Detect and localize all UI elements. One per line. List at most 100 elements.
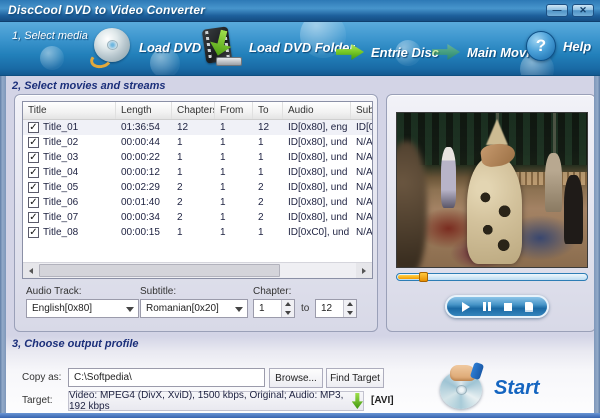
table-cell: 00:02:29 xyxy=(121,182,160,193)
table-cell: ID[0x80], und xyxy=(288,137,348,148)
table-cell: ID[0x80], und xyxy=(288,152,348,163)
target-profile-button[interactable]: Video: MPEG4 (DivX, XviD), 1500 kbps, Or… xyxy=(68,390,364,412)
scrollbar-track[interactable] xyxy=(39,263,356,278)
find-target-button[interactable]: Find Target xyxy=(326,368,384,388)
table-cell: ✓ Title_08 xyxy=(28,227,79,238)
table-cell: 12 xyxy=(258,122,270,133)
table-cell: 1 xyxy=(258,152,264,163)
snapshot-icon xyxy=(524,301,533,312)
spin-down-icon[interactable] xyxy=(344,308,356,317)
audio-track-value: English[0x80] xyxy=(32,303,93,314)
scrollbar-thumb[interactable] xyxy=(39,264,280,277)
column-header-audio[interactable]: Audio xyxy=(283,102,351,119)
table-row[interactable]: ✓ Title_02 00:00:44 1 1 1 ID[0x80], und N/A xyxy=(23,135,372,150)
column-header-to[interactable]: To xyxy=(253,102,283,119)
start-button[interactable]: Start xyxy=(440,361,560,412)
table-row[interactable]: ✓ Title_05 00:02:29 2 1 2 ID[0x80], und N/A xyxy=(23,180,372,195)
table-cell: 1 xyxy=(258,167,264,178)
load-dvd-button[interactable]: Load DVD xyxy=(88,28,201,71)
table-row[interactable]: ✓ Title_07 00:00:34 2 1 2 ID[0x80], und N/A xyxy=(23,210,372,225)
row-checkbox[interactable]: ✓ xyxy=(28,227,39,238)
window-border-left xyxy=(0,76,6,414)
table-cell: ID[0x80], und xyxy=(288,212,348,223)
table-cell: ID[0x80], und xyxy=(288,182,348,193)
stop-button[interactable] xyxy=(500,300,516,314)
output-section-heading: 3, Choose output profile xyxy=(12,338,139,350)
spin-up-icon[interactable] xyxy=(282,300,294,309)
help-button[interactable]: ? Help xyxy=(526,31,591,61)
table-cell: 12 xyxy=(177,122,189,133)
chapter-from-stepper[interactable]: 1 xyxy=(253,299,295,318)
target-profile-value: Video: MPEG4 (DivX, XviD), 1500 kbps, Or… xyxy=(69,390,344,412)
row-checkbox[interactable]: ✓ xyxy=(28,167,39,178)
table-cell: 00:00:22 xyxy=(121,152,160,163)
play-button[interactable] xyxy=(458,300,474,314)
table-cell: 1 xyxy=(220,182,226,193)
chapter-from-value: 1 xyxy=(259,303,265,314)
table-header: TitleLengthChaptersFromToAudioSubtitl xyxy=(23,102,372,120)
table-cell: 01:36:54 xyxy=(121,122,160,133)
snapshot-button[interactable] xyxy=(521,300,537,314)
pause-button[interactable] xyxy=(479,300,495,314)
column-header-subtitl[interactable]: Subtitl xyxy=(351,102,372,119)
subtitle-select[interactable]: Romanian[0x20] xyxy=(140,299,248,318)
window-title: DiscCool DVD to Video Converter xyxy=(8,3,206,17)
column-header-from[interactable]: From xyxy=(215,102,253,119)
table-row[interactable]: ✓Title_01 01:36:54 12 1 12 ID[0x80], eng ID[0x… xyxy=(23,120,372,135)
app-window: DiscCool DVD to Video Converter — ✕ 1, S… xyxy=(0,0,600,418)
table-cell: 1 xyxy=(177,167,183,178)
stop-icon xyxy=(503,302,512,311)
close-button[interactable]: ✕ xyxy=(572,4,594,17)
title-bar: DiscCool DVD to Video Converter — ✕ xyxy=(0,0,600,22)
titles-table: TitleLengthChaptersFromToAudioSubtitl ✓T… xyxy=(22,101,373,279)
toolbar-banner: 1, Select media Load DVD Load DVD Folder… xyxy=(0,22,600,76)
window-border-bottom xyxy=(0,413,600,418)
row-checkbox[interactable]: ✓ xyxy=(28,212,39,223)
table-cell: 00:01:40 xyxy=(121,197,160,208)
video-preview xyxy=(396,112,588,268)
audio-track-label: Audio Track: xyxy=(26,286,82,297)
row-checkbox[interactable]: ✓ xyxy=(28,122,39,133)
chapter-to-value: 12 xyxy=(321,303,333,314)
table-cell: N/A xyxy=(356,152,372,163)
load-dvd-folder-button[interactable]: Load DVD Folder xyxy=(200,26,354,66)
table-cell: 1 xyxy=(177,137,183,148)
seek-handle[interactable] xyxy=(419,272,428,282)
table-row[interactable]: ✓ Title_03 00:00:22 1 1 1 ID[0x80], und N/A xyxy=(23,150,372,165)
table-cell: 1 xyxy=(220,152,226,163)
table-cell: ✓ Title_04 xyxy=(28,167,79,178)
copy-as-input[interactable] xyxy=(68,368,265,387)
main-movie-button[interactable]: Main Movie xyxy=(432,44,537,60)
row-checkbox[interactable]: ✓ xyxy=(28,197,39,208)
table-cell: 2 xyxy=(258,197,264,208)
table-cell: 1 xyxy=(220,167,226,178)
table-cell: ✓ Title_03 xyxy=(28,152,79,163)
dvd-disc-icon xyxy=(88,28,132,71)
spin-down-icon[interactable] xyxy=(282,308,294,317)
table-cell: 1 xyxy=(177,152,183,163)
column-header-chapters[interactable]: Chapters xyxy=(172,102,215,119)
spin-up-icon[interactable] xyxy=(344,300,356,309)
audio-track-select[interactable]: English[0x80] xyxy=(26,299,139,318)
row-checkbox[interactable]: ✓ xyxy=(28,182,39,193)
browse-button[interactable]: Browse... xyxy=(269,368,323,388)
preview-groupbox xyxy=(386,94,596,332)
horizontal-scrollbar[interactable] xyxy=(23,262,372,278)
scroll-right-button[interactable] xyxy=(356,263,372,278)
table-row[interactable]: ✓ Title_04 00:00:12 1 1 1 ID[0x80], und N/A xyxy=(23,165,372,180)
column-header-length[interactable]: Length xyxy=(116,102,172,119)
table-row[interactable]: ✓ Title_06 00:01:40 2 1 2 ID[0x80], und N/A xyxy=(23,195,372,210)
seek-slider[interactable] xyxy=(396,272,588,282)
scroll-left-button[interactable] xyxy=(23,263,39,278)
table-cell: ID[0x80], eng xyxy=(288,122,348,133)
table-cell: 1 xyxy=(220,197,226,208)
table-cell: N/A xyxy=(356,227,372,238)
chapter-to-stepper[interactable]: 12 xyxy=(315,299,357,318)
entire-disc-button[interactable]: Entrie Disc xyxy=(336,44,439,60)
row-checkbox[interactable]: ✓ xyxy=(28,152,39,163)
minimize-button[interactable]: — xyxy=(546,4,568,17)
column-header-title[interactable]: Title xyxy=(23,102,116,119)
table-row[interactable]: ✓ Title_08 00:00:15 1 1 1 ID[0xC0], und N/A xyxy=(23,225,372,240)
row-checkbox[interactable]: ✓ xyxy=(28,137,39,148)
table-cell: 2 xyxy=(258,212,264,223)
